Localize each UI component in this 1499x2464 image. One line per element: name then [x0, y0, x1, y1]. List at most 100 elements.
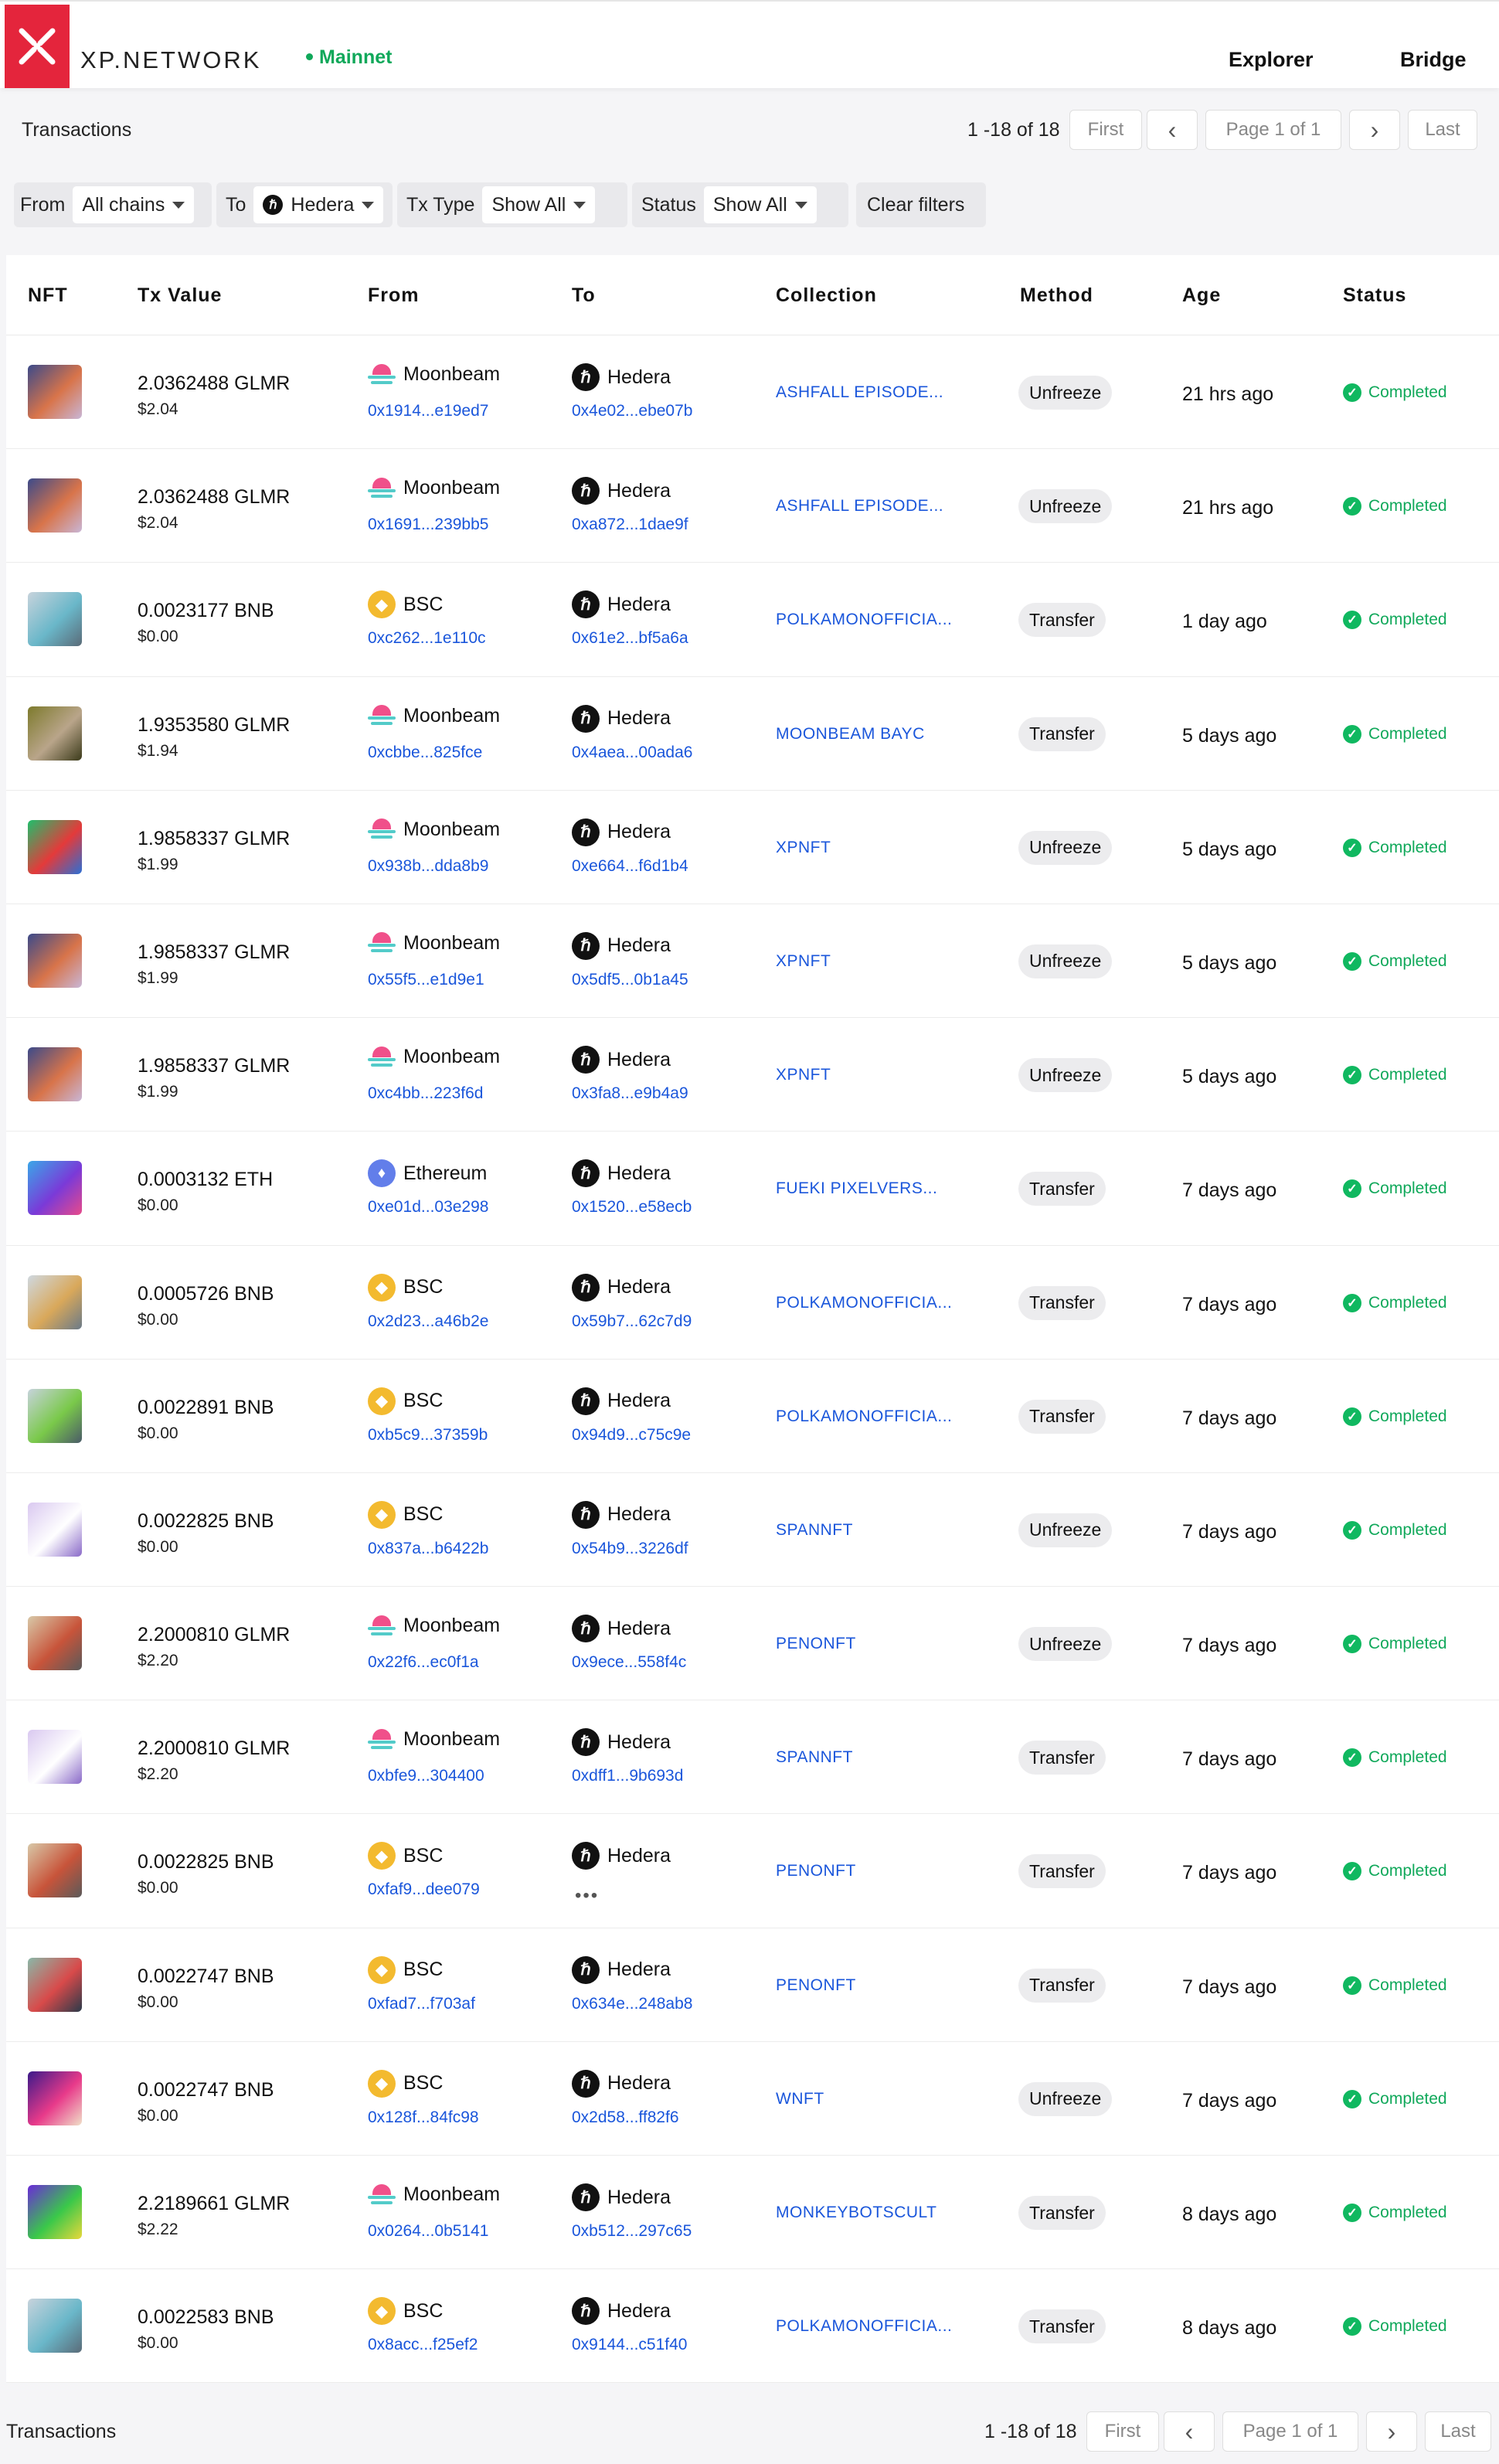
- xp-logo[interactable]: [5, 5, 70, 88]
- filter-txtype-select[interactable]: Show All: [482, 186, 596, 223]
- table-row[interactable]: 1.9353580 GLMR $1.94 Moonbeam 0xcbbe...825f…: [6, 677, 1499, 791]
- collection-link[interactable]: FUEKI PIXELVERS...: [776, 1179, 937, 1198]
- collection-link[interactable]: PENONFT: [776, 1635, 856, 1653]
- table-row[interactable]: 1.9858337 GLMR $1.99 Moonbeam 0x938b...dda8…: [6, 791, 1499, 904]
- nft-thumbnail[interactable]: [28, 819, 82, 874]
- filter-from-select[interactable]: All chains: [73, 186, 195, 223]
- from-address-link[interactable]: 0xc4bb...223f6d: [368, 1084, 483, 1103]
- to-address-link[interactable]: 0x9144...c51f40: [572, 2336, 687, 2354]
- nav-bridge[interactable]: Bridge: [1400, 48, 1467, 72]
- to-address-link[interactable]: 0xa872...1dae9f: [572, 516, 688, 534]
- table-row[interactable]: 2.2189661 GLMR $2.22 Moonbeam 0x0264...0b51…: [6, 2156, 1499, 2270]
- from-address-link[interactable]: 0x837a...b6422b: [368, 1540, 488, 1558]
- prev-page-button[interactable]: ‹: [1147, 110, 1198, 150]
- collection-link[interactable]: SPANNFT: [776, 1521, 853, 1540]
- table-row[interactable]: 0.0023177 BNB $0.00 ◆ BSC 0xc262...1e110c ℏ He…: [6, 563, 1499, 677]
- to-address-link[interactable]: 0x634e...248ab8: [572, 1995, 692, 2013]
- table-row[interactable]: 0.0003132 ETH $0.00 ♦ Ethereum 0xe01d...03e2…: [6, 1132, 1499, 1246]
- to-address-link[interactable]: 0x5df5...0b1a45: [572, 971, 688, 989]
- from-address-link[interactable]: 0x8acc...f25ef2: [368, 2336, 478, 2354]
- nft-thumbnail[interactable]: [28, 478, 82, 533]
- table-row[interactable]: 0.0022825 BNB $0.00 ◆ BSC 0xfaf9...dee079 ℏ He…: [6, 1814, 1499, 1928]
- nft-thumbnail[interactable]: [28, 1730, 82, 1785]
- nft-thumbnail[interactable]: [28, 706, 82, 761]
- from-address-link[interactable]: 0xfad7...f703af: [368, 1995, 475, 2013]
- next-page-button[interactable]: ›: [1349, 110, 1400, 150]
- brand-name[interactable]: XP.NETWORK: [80, 46, 261, 74]
- table-row[interactable]: 0.0022747 BNB $0.00 ◆ BSC 0xfad7...f703af ℏ He…: [6, 1928, 1499, 2042]
- first-page-button-bottom[interactable]: First: [1086, 2411, 1159, 2452]
- nft-thumbnail[interactable]: [28, 933, 82, 988]
- collection-link[interactable]: SPANNFT: [776, 1748, 853, 1767]
- to-address-link[interactable]: 0x61e2...bf5a6a: [572, 629, 688, 648]
- collection-link[interactable]: ASHFALL EPISODE...: [776, 497, 943, 516]
- clear-filters-button[interactable]: Clear filters: [856, 182, 986, 227]
- table-row[interactable]: 0.0022891 BNB $0.00 ◆ BSC 0xb5c9...37359b ℏ He…: [6, 1360, 1499, 1473]
- collection-link[interactable]: PENONFT: [776, 1862, 856, 1880]
- nft-thumbnail[interactable]: [28, 1843, 82, 1898]
- table-row[interactable]: 0.0022825 BNB $0.00 ◆ BSC 0x837a...b6422b ℏ He…: [6, 1473, 1499, 1588]
- table-row[interactable]: 2.2000810 GLMR $2.20 Moonbeam 0xbfe9...3044…: [6, 1700, 1499, 1815]
- collection-link[interactable]: MOONBEAM BAYC: [776, 725, 925, 744]
- filter-to-select[interactable]: ℏ Hedera: [253, 186, 384, 223]
- collection-link[interactable]: XPNFT: [776, 839, 831, 857]
- nft-thumbnail[interactable]: [28, 1616, 82, 1671]
- collection-link[interactable]: POLKAMONOFFICIA...: [776, 611, 952, 629]
- table-row[interactable]: 2.0362488 GLMR $2.04 Moonbeam 0x1691...239b…: [6, 449, 1499, 563]
- collection-link[interactable]: POLKAMONOFFICIA...: [776, 2317, 952, 2336]
- nft-thumbnail[interactable]: [28, 365, 82, 419]
- table-row[interactable]: 0.0005726 BNB $0.00 ◆ BSC 0x2d23...a46b2e ℏ He…: [6, 1246, 1499, 1360]
- to-address-link[interactable]: 0xdff1...9b693d: [572, 1767, 683, 1785]
- collection-link[interactable]: POLKAMONOFFICIA...: [776, 1407, 952, 1426]
- to-address-link[interactable]: 0x94d9...c75c9e: [572, 1426, 691, 1445]
- nft-thumbnail[interactable]: [28, 2185, 82, 2239]
- from-address-link[interactable]: 0xfaf9...dee079: [368, 1880, 480, 1899]
- from-address-link[interactable]: 0x938b...dda8b9: [368, 857, 488, 876]
- from-address-link[interactable]: 0x2d23...a46b2e: [368, 1312, 488, 1331]
- first-page-button[interactable]: First: [1069, 110, 1142, 150]
- table-row[interactable]: 2.0362488 GLMR $2.04 Moonbeam 0x1914...e19e…: [6, 335, 1499, 450]
- nft-thumbnail[interactable]: [28, 1161, 82, 1216]
- from-address-link[interactable]: 0xbfe9...304400: [368, 1767, 484, 1785]
- nav-explorer[interactable]: Explorer: [1229, 48, 1314, 72]
- to-address-link[interactable]: 0x3fa8...e9b4a9: [572, 1084, 688, 1103]
- to-address-link[interactable]: 0xe664...f6d1b4: [572, 857, 688, 876]
- to-address-link[interactable]: 0x2d58...ff82f6: [572, 2108, 679, 2127]
- collection-link[interactable]: POLKAMONOFFICIA...: [776, 1294, 952, 1312]
- from-address-link[interactable]: 0x0264...0b5141: [368, 2222, 488, 2241]
- collection-link[interactable]: MONKEYBOTSCULT: [776, 2204, 936, 2222]
- from-address-link[interactable]: 0xb5c9...37359b: [368, 1426, 488, 1445]
- nft-thumbnail[interactable]: [28, 2071, 82, 2125]
- table-row[interactable]: 0.0022583 BNB $0.00 ◆ BSC 0x8acc...f25ef2 ℏ He…: [6, 2269, 1499, 2384]
- to-address-link[interactable]: 0x4aea...00ada6: [572, 744, 692, 762]
- table-row[interactable]: 0.0022747 BNB $0.00 ◆ BSC 0x128f...84fc98 ℏ He…: [6, 2042, 1499, 2156]
- last-page-button-bottom[interactable]: Last: [1425, 2411, 1491, 2452]
- to-address-link[interactable]: 0xb512...297c65: [572, 2222, 692, 2241]
- collection-link[interactable]: PENONFT: [776, 1976, 856, 1995]
- nft-thumbnail[interactable]: [28, 1957, 82, 2012]
- from-address-link[interactable]: 0x1914...e19ed7: [368, 402, 488, 420]
- table-row[interactable]: 1.9858337 GLMR $1.99 Moonbeam 0xc4bb...223f…: [6, 1018, 1499, 1132]
- nft-thumbnail[interactable]: [28, 1047, 82, 1102]
- collection-link[interactable]: WNFT: [776, 2090, 824, 2108]
- from-address-link[interactable]: 0xcbbe...825fce: [368, 744, 482, 762]
- from-address-link[interactable]: 0xe01d...03e298: [368, 1198, 488, 1217]
- to-address-link[interactable]: 0x59b7...62c7d9: [572, 1312, 692, 1331]
- to-address-link[interactable]: 0x54b9...3226df: [572, 1540, 688, 1558]
- from-address-link[interactable]: 0x1691...239bb5: [368, 516, 488, 534]
- nft-thumbnail[interactable]: [28, 1388, 82, 1443]
- to-address-link[interactable]: 0x1520...e58ecb: [572, 1198, 692, 1217]
- collection-link[interactable]: XPNFT: [776, 952, 831, 971]
- table-row[interactable]: 2.2000810 GLMR $2.20 Moonbeam 0x22f6...ec0f…: [6, 1587, 1499, 1701]
- filter-status-select[interactable]: Show All: [703, 186, 817, 223]
- nft-thumbnail[interactable]: [28, 592, 82, 647]
- to-address-link[interactable]: 0x9ece...558f4c: [572, 1653, 686, 1672]
- collection-link[interactable]: ASHFALL EPISODE...: [776, 383, 943, 402]
- table-row[interactable]: 1.9858337 GLMR $1.99 Moonbeam 0x55f5...e1d9…: [6, 904, 1499, 1019]
- last-page-button[interactable]: Last: [1408, 110, 1477, 150]
- next-page-button-bottom[interactable]: ›: [1366, 2411, 1417, 2452]
- nft-thumbnail[interactable]: [28, 2299, 82, 2353]
- nft-thumbnail[interactable]: [28, 1275, 82, 1329]
- from-address-link[interactable]: 0x55f5...e1d9e1: [368, 971, 484, 989]
- from-address-link[interactable]: 0x128f...84fc98: [368, 2108, 479, 2127]
